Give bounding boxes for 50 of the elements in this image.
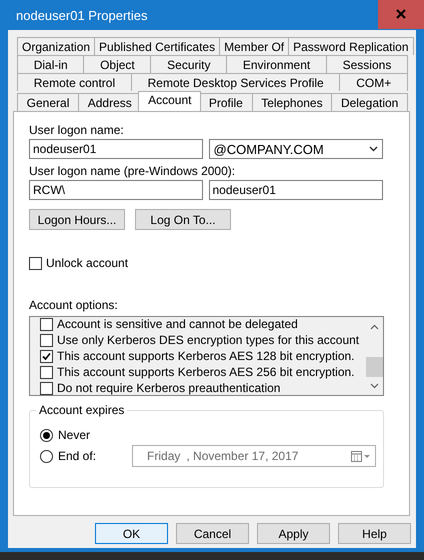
tab[interactable]: Sessions [326, 55, 408, 73]
input-field[interactable]: nodeuser01 [208, 180, 383, 200]
tab[interactable]: General [17, 93, 80, 111]
dialog-button[interactable]: OK [95, 523, 168, 544]
tab[interactable]: Remote Desktop Services Profile [130, 73, 340, 91]
tab[interactable]: Delegation [331, 93, 408, 111]
dialog-button[interactable]: Cancel [176, 523, 249, 544]
checkbox[interactable] [40, 350, 53, 362]
checkbox[interactable] [29, 256, 42, 270]
domain-dropdown[interactable]: @COMPANY.COM [208, 139, 383, 159]
field-label: User logon name: [29, 123, 125, 138]
tab[interactable]: Dial-in [17, 55, 84, 73]
tab[interactable]: COM+ [339, 73, 408, 91]
tab[interactable]: Telephones [252, 93, 332, 111]
tab[interactable]: Organization [17, 37, 96, 55]
field-label: Account options: [29, 298, 119, 313]
chevron-down-icon [369, 146, 378, 152]
checkbox-label: This account supports Kerberos AES 128 bit encryption. [57, 349, 354, 363]
checkbox-label: Use only Kerberos DES encryption types for this account [57, 333, 360, 347]
chevron-down-icon[interactable] [370, 383, 379, 389]
tab[interactable]: Password Replication [288, 37, 414, 55]
scrollbar-thumb[interactable] [366, 357, 383, 377]
window-title: nodeuser01 Properties [15, 8, 148, 22]
checkbox[interactable] [40, 382, 53, 394]
tab[interactable]: Account [138, 91, 202, 111]
close-icon [396, 9, 406, 19]
tab[interactable]: Object [83, 55, 152, 73]
group-title: Account expires [36, 403, 128, 417]
radio-label: End of: [58, 449, 96, 463]
checkbox[interactable] [40, 318, 53, 330]
input-field[interactable]: nodeuser01 [29, 139, 202, 159]
input-field[interactable]: RCW\ [29, 180, 202, 200]
radio-button[interactable] [40, 450, 53, 462]
checkbox-label: This account supports Kerberos AES 256 bit encryption. [57, 365, 354, 379]
dialog-button[interactable]: Logon Hours... [29, 209, 125, 230]
radio-label: Never [58, 428, 90, 442]
dialog-button[interactable]: Apply [257, 523, 330, 544]
field-label: User logon name (pre-Windows 2000): [29, 164, 236, 179]
checkbox[interactable] [40, 366, 53, 378]
tab[interactable]: Security [150, 55, 228, 73]
checkbox[interactable] [40, 334, 53, 346]
chevron-up-icon[interactable] [370, 324, 379, 330]
dialog-button[interactable]: Help [338, 523, 411, 544]
checkbox-label: Do not require Kerberos preauthentication [57, 381, 280, 395]
checkbox-label: Unlock account [46, 256, 128, 270]
radio-button[interactable] [40, 428, 53, 442]
dialog-button[interactable]: Log On To... [135, 209, 231, 230]
checkbox-label: Account is sensitive and cannot be delegated [57, 317, 298, 331]
tab[interactable]: Remote control [17, 73, 132, 91]
close-button[interactable] [378, 0, 424, 29]
